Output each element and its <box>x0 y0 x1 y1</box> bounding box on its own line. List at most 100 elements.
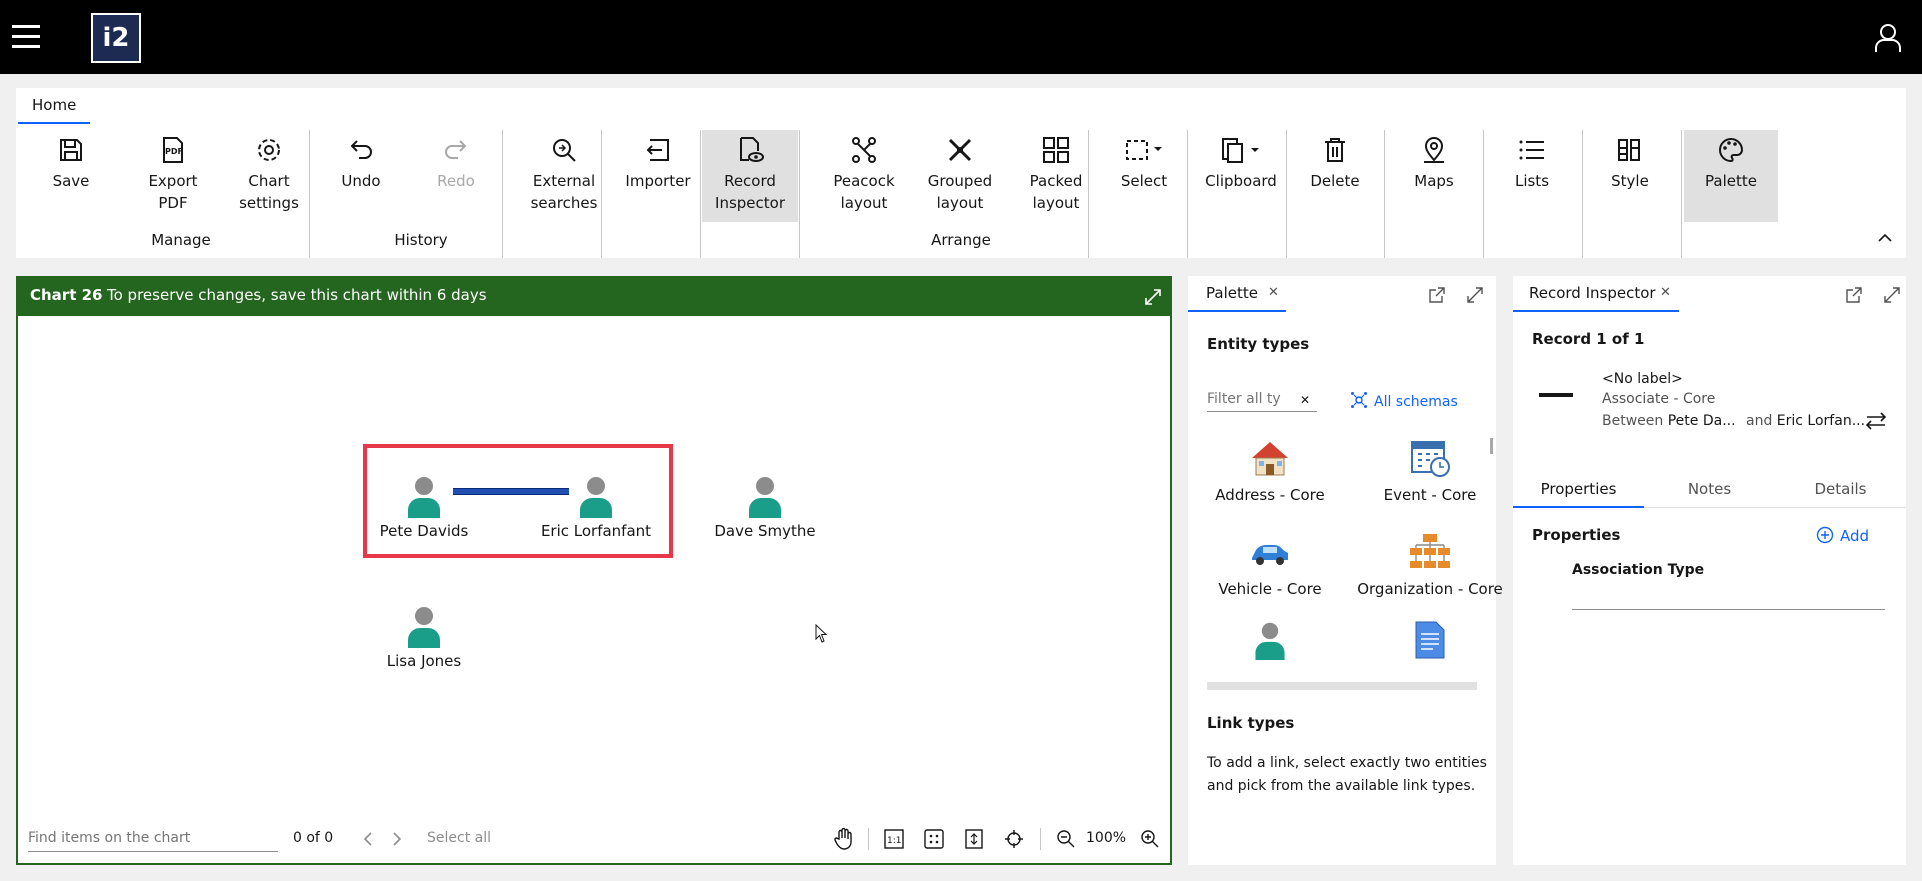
entity-type-label: Address - Core <box>1215 486 1325 504</box>
user-profile-icon[interactable] <box>1872 22 1904 54</box>
save-button[interactable]: Save <box>36 130 106 222</box>
zoom-in-icon[interactable] <box>1140 829 1160 849</box>
export-pdf-label-2: PDF <box>158 194 188 212</box>
mouse-cursor-icon <box>815 624 829 644</box>
maps-button[interactable]: Maps <box>1396 130 1472 222</box>
entity-type-label: Organization - Core <box>1357 580 1503 598</box>
peacock-layout-button[interactable]: Peacock layout <box>816 130 912 222</box>
previous-result-chevron-left-icon[interactable] <box>363 832 373 846</box>
entity-node-eric-lorfanfant[interactable]: Eric Lorfanfant <box>521 474 671 540</box>
chart-settings-button[interactable]: Chart settings <box>224 130 314 222</box>
pop-out-icon[interactable] <box>1428 286 1446 304</box>
add-property-button[interactable]: Add <box>1816 526 1869 545</box>
entity-type-label: Event - Core <box>1383 486 1477 504</box>
node-label: Lisa Jones <box>386 652 462 670</box>
maximize-icon[interactable] <box>1466 286 1484 304</box>
packed-layout-icon <box>1008 130 1104 170</box>
link-types-heading: Link types <box>1207 714 1295 732</box>
select-icon <box>1104 130 1184 170</box>
external-searches-label-2: searches <box>530 194 598 212</box>
center-target-icon[interactable] <box>1004 829 1024 849</box>
pan-hand-icon[interactable] <box>834 828 854 850</box>
person-icon <box>578 474 614 518</box>
zoom-out-icon[interactable] <box>1056 829 1076 849</box>
entity-node-dave-smythe[interactable]: Dave Smythe <box>690 474 840 540</box>
close-icon[interactable]: ✕ <box>1660 285 1671 300</box>
find-items-input[interactable] <box>28 824 278 852</box>
delete-button[interactable]: Delete <box>1297 130 1373 222</box>
next-result-chevron-right-icon[interactable] <box>392 832 402 846</box>
entity-type-address[interactable]: Address - Core <box>1190 438 1350 504</box>
chart-panel: Chart 26 To preserve changes, save this … <box>16 276 1172 865</box>
between-end-a[interactable]: Pete Da... <box>1668 413 1736 429</box>
actual-size-icon[interactable]: 1:1 <box>884 829 904 849</box>
entity-type-document[interactable] <box>1350 620 1510 660</box>
all-schemas-label: All schemas <box>1374 394 1458 410</box>
pdf-icon: PDF <box>128 130 218 170</box>
subtab-properties[interactable]: Properties <box>1513 472 1644 508</box>
palette-label: Palette <box>1705 172 1757 190</box>
entity-type-person[interactable] <box>1190 620 1350 660</box>
undo-button[interactable]: Undo <box>326 130 396 222</box>
select-all-link[interactable]: Select all <box>427 830 491 846</box>
lists-label: Lists <box>1514 172 1550 190</box>
grouped-layout-button[interactable]: Grouped layout <box>912 130 1008 222</box>
inspector-subtabs: Properties Notes Details <box>1513 472 1906 508</box>
tab-home[interactable]: Home <box>18 88 91 124</box>
entity-node-lisa-jones[interactable]: Lisa Jones <box>349 604 499 670</box>
swap-direction-icon[interactable] <box>1865 412 1887 430</box>
tab-record-inspector-label: Record Inspector <box>1529 284 1656 302</box>
and-word: and <box>1746 413 1773 429</box>
pop-out-icon[interactable] <box>1845 286 1863 304</box>
ribbon-divider <box>700 130 701 258</box>
peacock-layout-icon <box>816 130 912 170</box>
close-icon[interactable]: ✕ <box>1268 285 1279 300</box>
organization-chart-icon <box>1408 532 1452 576</box>
toolbar-divider <box>868 828 869 850</box>
entity-type-vehicle[interactable]: Vehicle - Core <box>1190 532 1350 598</box>
style-label: Style <box>1611 172 1649 190</box>
maximize-icon[interactable] <box>1883 286 1901 304</box>
entity-node-pete-davids[interactable]: Pete Davids <box>349 474 499 540</box>
entity-type-organization[interactable]: Organization - Core <box>1350 532 1510 598</box>
subtab-notes[interactable]: Notes <box>1644 472 1775 508</box>
fit-to-window-icon[interactable] <box>924 829 944 849</box>
lists-button[interactable]: Lists <box>1494 130 1570 222</box>
external-searches-label-1: External <box>532 172 596 190</box>
node-label: Pete Davids <box>379 522 469 540</box>
tab-palette[interactable]: Palette ✕ <box>1188 276 1286 312</box>
redo-button[interactable]: Redo <box>421 130 491 222</box>
collapse-ribbon-chevron-up-icon[interactable] <box>1878 233 1892 243</box>
entity-type-event[interactable]: Event - Core <box>1350 438 1510 504</box>
between-word: Between <box>1602 413 1664 429</box>
palette-button[interactable]: Palette <box>1684 130 1778 222</box>
all-schemas-button[interactable]: All schemas <box>1350 391 1458 410</box>
select-label: Select <box>1120 172 1168 190</box>
app-logo[interactable]: i2 <box>91 13 141 63</box>
hamburger-menu-icon[interactable] <box>10 22 42 50</box>
record-between: Between Pete Da... and Eric Lorfan... <box>1602 413 1865 429</box>
chart-canvas[interactable]: Pete Davids Eric Lorfanfant Dave Smythe … <box>18 316 1170 816</box>
top-bar: i2 <box>0 0 1922 74</box>
style-button[interactable]: Style <box>1592 130 1668 222</box>
node-label: Eric Lorfanfant <box>540 522 652 540</box>
select-button[interactable]: Select <box>1104 130 1184 222</box>
clipboard-label: Clipboard <box>1205 172 1277 190</box>
record-inspector-button[interactable]: Record Inspector <box>702 130 798 222</box>
tab-record-inspector[interactable]: Record Inspector ✕ <box>1513 276 1679 312</box>
between-end-b[interactable]: Eric Lorfan... <box>1777 413 1865 429</box>
car-icon <box>1248 532 1292 572</box>
export-pdf-button[interactable]: PDF Export PDF <box>128 130 218 222</box>
clear-filter-close-icon[interactable]: ✕ <box>1300 393 1310 407</box>
importer-button[interactable]: Importer <box>613 130 703 222</box>
fit-selection-icon[interactable] <box>964 829 984 849</box>
redo-icon <box>421 130 491 170</box>
packed-layout-button[interactable]: Packed layout <box>1008 130 1104 222</box>
clipboard-button[interactable]: Clipboard <box>1196 130 1286 222</box>
maximize-icon[interactable] <box>1144 288 1162 306</box>
subtab-details[interactable]: Details <box>1775 472 1906 508</box>
external-searches-button[interactable]: External searches <box>516 130 612 222</box>
save-icon <box>36 130 106 170</box>
palette-horizontal-scrollbar[interactable] <box>1207 682 1477 690</box>
association-type-input[interactable] <box>1572 582 1885 610</box>
